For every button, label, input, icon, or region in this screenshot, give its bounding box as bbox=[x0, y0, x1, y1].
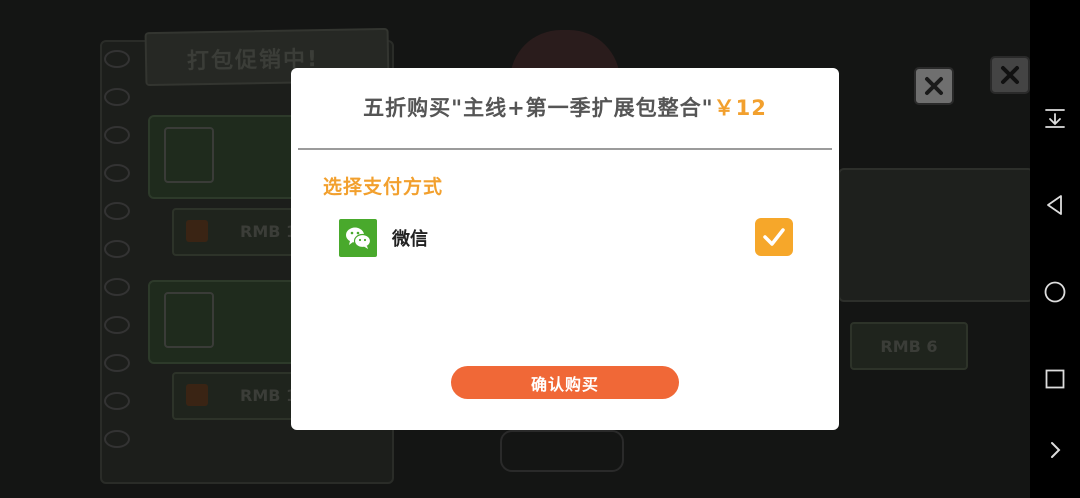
recents-button[interactable] bbox=[1040, 364, 1070, 394]
close-icon bbox=[925, 77, 943, 95]
home-button[interactable] bbox=[1040, 277, 1070, 307]
notebook-spiral bbox=[100, 40, 130, 480]
back-button[interactable] bbox=[1040, 190, 1070, 220]
payment-option-checkbox[interactable] bbox=[755, 218, 793, 256]
payment-method-heading: 选择支付方式 bbox=[323, 176, 444, 198]
payment-dialog: 五折购买"主线+第一季扩展包整合"￥12 选择支付方式 微信 确认购买 bbox=[291, 68, 839, 430]
system-navigation-bar bbox=[1030, 0, 1080, 498]
expand-icon bbox=[1051, 442, 1061, 458]
confirm-purchase-button[interactable]: 确认购买 bbox=[451, 366, 679, 399]
checkmark-icon bbox=[763, 228, 785, 246]
dialog-title: 五折购买"主线+第一季扩展包整合"￥12 bbox=[291, 92, 839, 122]
close-button-secondary bbox=[990, 56, 1030, 94]
back-icon bbox=[1047, 195, 1062, 215]
notification-pull-down-button[interactable] bbox=[1040, 103, 1070, 133]
notification-pull-down-icon bbox=[1045, 109, 1065, 128]
close-button[interactable] bbox=[914, 67, 954, 105]
payment-option-wechat[interactable]: 微信 bbox=[339, 218, 799, 258]
dialog-price: ￥12 bbox=[713, 96, 767, 120]
recents-icon bbox=[1045, 369, 1065, 389]
title-divider bbox=[298, 148, 832, 150]
close-icon bbox=[1001, 66, 1019, 84]
home-icon bbox=[1044, 281, 1066, 303]
dialog-title-text: 五折购买"主线+第一季扩展包整合" bbox=[363, 96, 714, 120]
character-art-panel bbox=[838, 168, 1030, 302]
expand-button[interactable] bbox=[1040, 435, 1070, 465]
character-feet bbox=[500, 430, 624, 472]
payment-option-label: 微信 bbox=[392, 229, 428, 250]
right-price-button: RMB 6 bbox=[850, 322, 968, 370]
wechat-icon bbox=[339, 219, 377, 257]
